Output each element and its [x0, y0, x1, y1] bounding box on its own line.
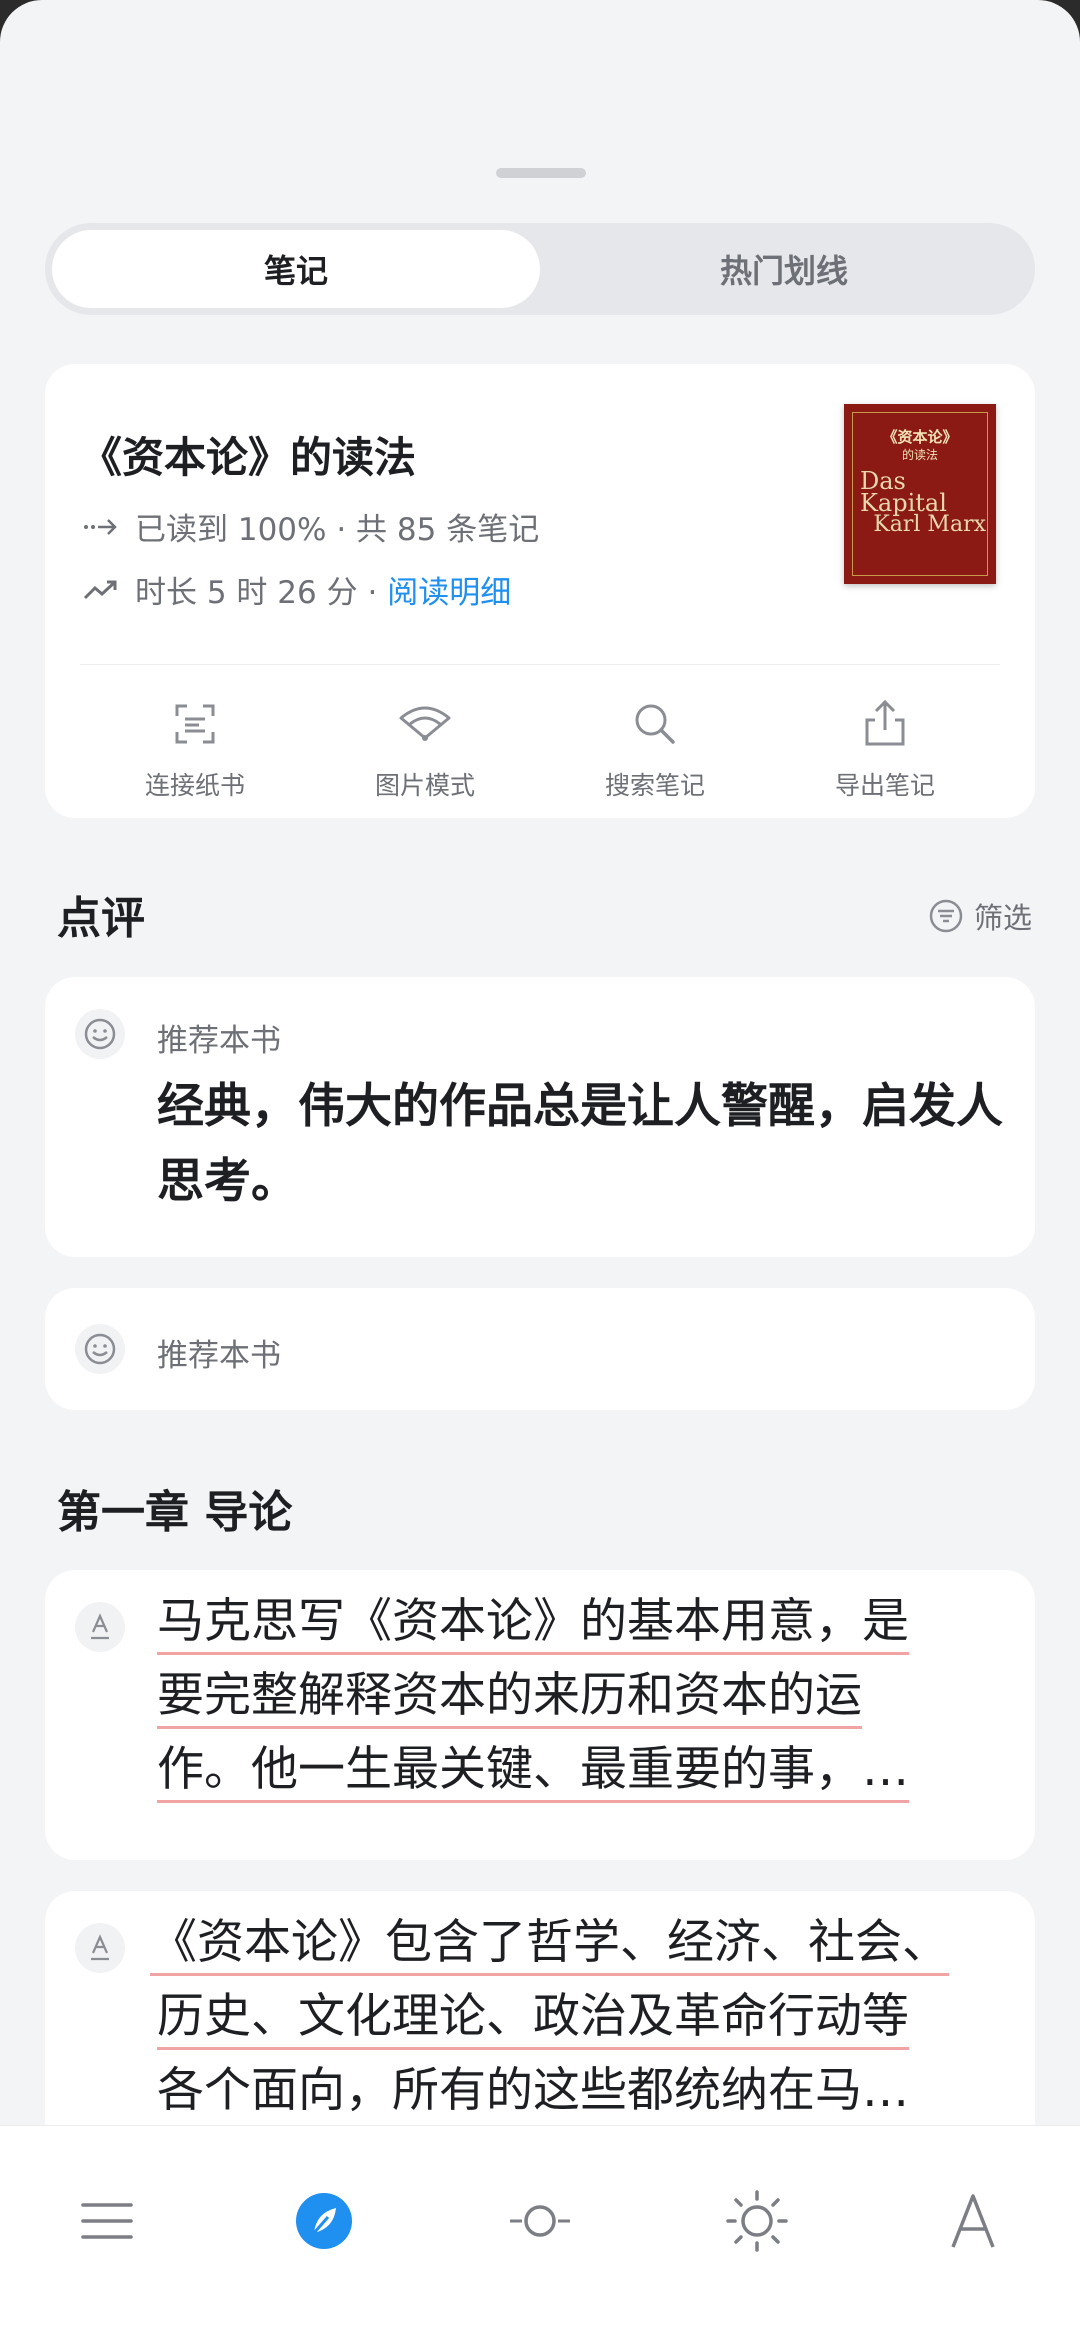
progress-icon[interactable] — [505, 2186, 575, 2256]
smile-icon — [75, 1324, 125, 1374]
reading-detail-link[interactable]: 阅读明细 — [387, 567, 511, 612]
filter-button[interactable]: 筛选 — [928, 895, 1032, 937]
scan-icon — [175, 704, 215, 744]
note-line: 《资本论》包含了哲学、经济、社会、 — [150, 1918, 949, 1976]
font-icon[interactable] — [938, 2186, 1008, 2256]
tab-notes[interactable]: 笔记 — [52, 230, 540, 308]
dotted-arrow-icon — [84, 518, 117, 535]
review-card[interactable]: 推荐本书 — [45, 1288, 1035, 1410]
review-card[interactable]: 推荐本书 经典，伟大的作品总是让人警醒，启发人思考。 — [45, 977, 1035, 1257]
search-notes-button[interactable]: 搜索笔记 — [540, 694, 770, 802]
note-line: 作。他一生最关键、最重要的事，… — [157, 1745, 909, 1803]
note-card[interactable]: 马克思写《资本论》的基本用意，是 要完整解释资本的来历和资本的运 作。他一生最关… — [45, 1570, 1035, 1860]
book-card: 《资本论》的读法 已读到 100% · 共 85 条笔记 时长 5 时 26 分… — [45, 364, 1035, 818]
cover-das-kapital: Das Kapital — [860, 467, 947, 517]
divider — [80, 664, 1000, 665]
bottom-toolbar — [0, 2125, 1080, 2341]
note-line: 历史、文化理论、政治及革命行动等 — [157, 1992, 909, 2050]
trend-up-icon — [83, 580, 117, 599]
reading-duration: 时长 5 时 26 分 · 阅读明细 — [83, 567, 511, 612]
drag-handle[interactable] — [496, 168, 586, 178]
chapter-title: 第一章 导论 — [57, 1487, 293, 1538]
cover-subtitle: 的读法 — [901, 448, 938, 462]
connect-paper-book-button[interactable]: 连接纸书 — [80, 694, 310, 802]
review-text: 经典，伟大的作品总是让人警醒，启发人思考。 — [157, 1079, 1003, 1209]
export-notes-button[interactable]: 导出笔记 — [770, 694, 1000, 802]
brightness-icon[interactable] — [722, 2186, 792, 2256]
book-title: 《资本论》的读法 — [80, 433, 417, 482]
note-line: 要完整解释资本的来历和资本的运 — [157, 1671, 862, 1729]
note-line: 马克思写《资本论》的基本用意，是 — [157, 1597, 909, 1655]
image-mode-button[interactable]: 图片模式 — [310, 694, 540, 802]
highlight-icon — [75, 1602, 125, 1652]
segment-control: 笔记 热门划线 — [45, 223, 1035, 315]
tab-hot-highlights[interactable]: 热门划线 — [540, 230, 1028, 308]
progress-text: 已读到 100% · 共 85 条笔记 — [135, 512, 540, 548]
menu-icon[interactable] — [72, 2186, 142, 2256]
cover-title: 《资本论》 — [882, 428, 958, 446]
share-icon — [865, 699, 905, 746]
highlight-icon — [75, 1923, 125, 1973]
reviews-section-title: 点评 — [57, 893, 145, 944]
tool-label: 导出笔记 — [834, 771, 935, 800]
review-label: 推荐本书 — [157, 1338, 281, 1374]
smile-icon — [75, 1009, 125, 1059]
fan-icon — [399, 706, 451, 741]
book-tools: 连接纸书 图片模式 搜索笔记 导出笔记 — [80, 694, 1000, 802]
notes-sheet: 笔记 热门划线 《资本论》的读法 已读到 100% · 共 85 条笔记 时长 … — [0, 0, 1080, 2341]
cover-author: Karl Marx — [873, 512, 986, 537]
filter-icon — [929, 899, 963, 933]
reading-progress: 已读到 100% · 共 85 条笔记 — [83, 504, 539, 549]
note-line: 各个面向，所有的这些都统纳在马… — [157, 2063, 909, 2118]
compass-icon[interactable] — [289, 2186, 359, 2256]
tool-label: 连接纸书 — [144, 771, 245, 800]
filter-label: 筛选 — [973, 901, 1032, 935]
tool-label: 图片模式 — [374, 771, 475, 800]
tool-label: 搜索笔记 — [604, 771, 705, 800]
book-cover[interactable]: 《资本论》 的读法 Das Kapital Karl Marx — [844, 404, 996, 584]
review-label: 推荐本书 — [157, 1023, 281, 1059]
duration-text: 时长 5 时 26 分 · — [135, 575, 378, 611]
search-icon — [635, 704, 675, 744]
